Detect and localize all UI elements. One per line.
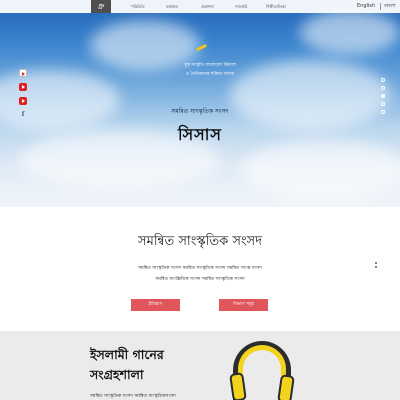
library-title-line-2: সংগ্রহশালা	[90, 367, 144, 382]
about-text-line-1: সমন্বিত সাংস্কৃতিক সংসদ সমন্বিত সাংস্কৃত…	[138, 266, 262, 271]
hero-logo-wordmark: সিসাস	[178, 125, 222, 144]
nav-item-publications[interactable]: প্রকাশনা	[201, 0, 214, 13]
youtube-icon[interactable]	[19, 69, 27, 77]
nav-item-about[interactable]: পরিচিতি	[131, 0, 145, 13]
slide-dot-4[interactable]	[381, 102, 385, 106]
islamic-song-library-section: ইসলামী গানের সংগ্রহশালা সমন্বিত সাংস্কৃত…	[0, 331, 400, 400]
hero-banner: ধ্রু পরিচিতি কার্যক্রম প্রকাশনা গ্যালারি…	[0, 0, 400, 207]
history-button[interactable]: ইতিহাস	[131, 299, 180, 311]
about-text-line-2: সমন্বিত সাংস্ক্রিতিক সংসদ সমন্বিত সাংস্ক…	[155, 277, 245, 282]
cloud	[0, 70, 120, 130]
lang-divider	[380, 3, 381, 10]
about-title: সমন্বিত সাংস্কৃতিক সংসদ	[138, 234, 262, 249]
facebook-icon[interactable]: f	[19, 111, 27, 119]
side-dot[interactable]	[375, 266, 377, 268]
hero-tagline-2: ও নৈতিকতার শক্তিত সমাজ	[185, 72, 235, 77]
side-dot[interactable]	[375, 262, 377, 264]
library-title-line-1: ইসলামী গানের	[90, 347, 164, 362]
youtube-icon[interactable]	[19, 97, 27, 105]
headphone-cup-right	[277, 374, 295, 400]
library-description: সমন্বিত সাংস্কৃতিক সংসদ সমন্বিত সাংস্কৃত…	[90, 394, 176, 399]
lang-english[interactable]: English	[357, 0, 375, 13]
lang-bangla[interactable]: বাংলা	[384, 0, 396, 13]
top-navbar: ধ্রু পরিচিতি কার্যক্রম প্রকাশনা গ্যালারি…	[0, 0, 400, 13]
youtube-icon[interactable]	[19, 83, 27, 91]
slide-dot-1[interactable]	[381, 78, 385, 82]
cloud	[240, 140, 400, 200]
nav-item-gallery[interactable]: গ্যালারি	[235, 0, 247, 13]
nav-item-artists[interactable]: শিল্পীতালিকা	[266, 0, 286, 13]
slide-dot-5[interactable]	[381, 110, 385, 114]
nav-item-activities[interactable]: কার্যক্রম	[166, 0, 178, 13]
slide-dot-3[interactable]	[381, 94, 385, 98]
hero-tagline-1: সুস্থ সংস্কৃতি বাংলাদেশ বিকাশে	[184, 63, 236, 68]
cloud	[300, 10, 400, 55]
departments-button[interactable]: বিভাগ সমূহ	[219, 299, 268, 311]
slide-dot-2[interactable]	[381, 86, 385, 90]
hero-subtitle: সমন্বিত সাংস্কৃতিক সংসদ	[171, 108, 229, 115]
site-logo[interactable]: ধ্রু	[91, 0, 111, 13]
